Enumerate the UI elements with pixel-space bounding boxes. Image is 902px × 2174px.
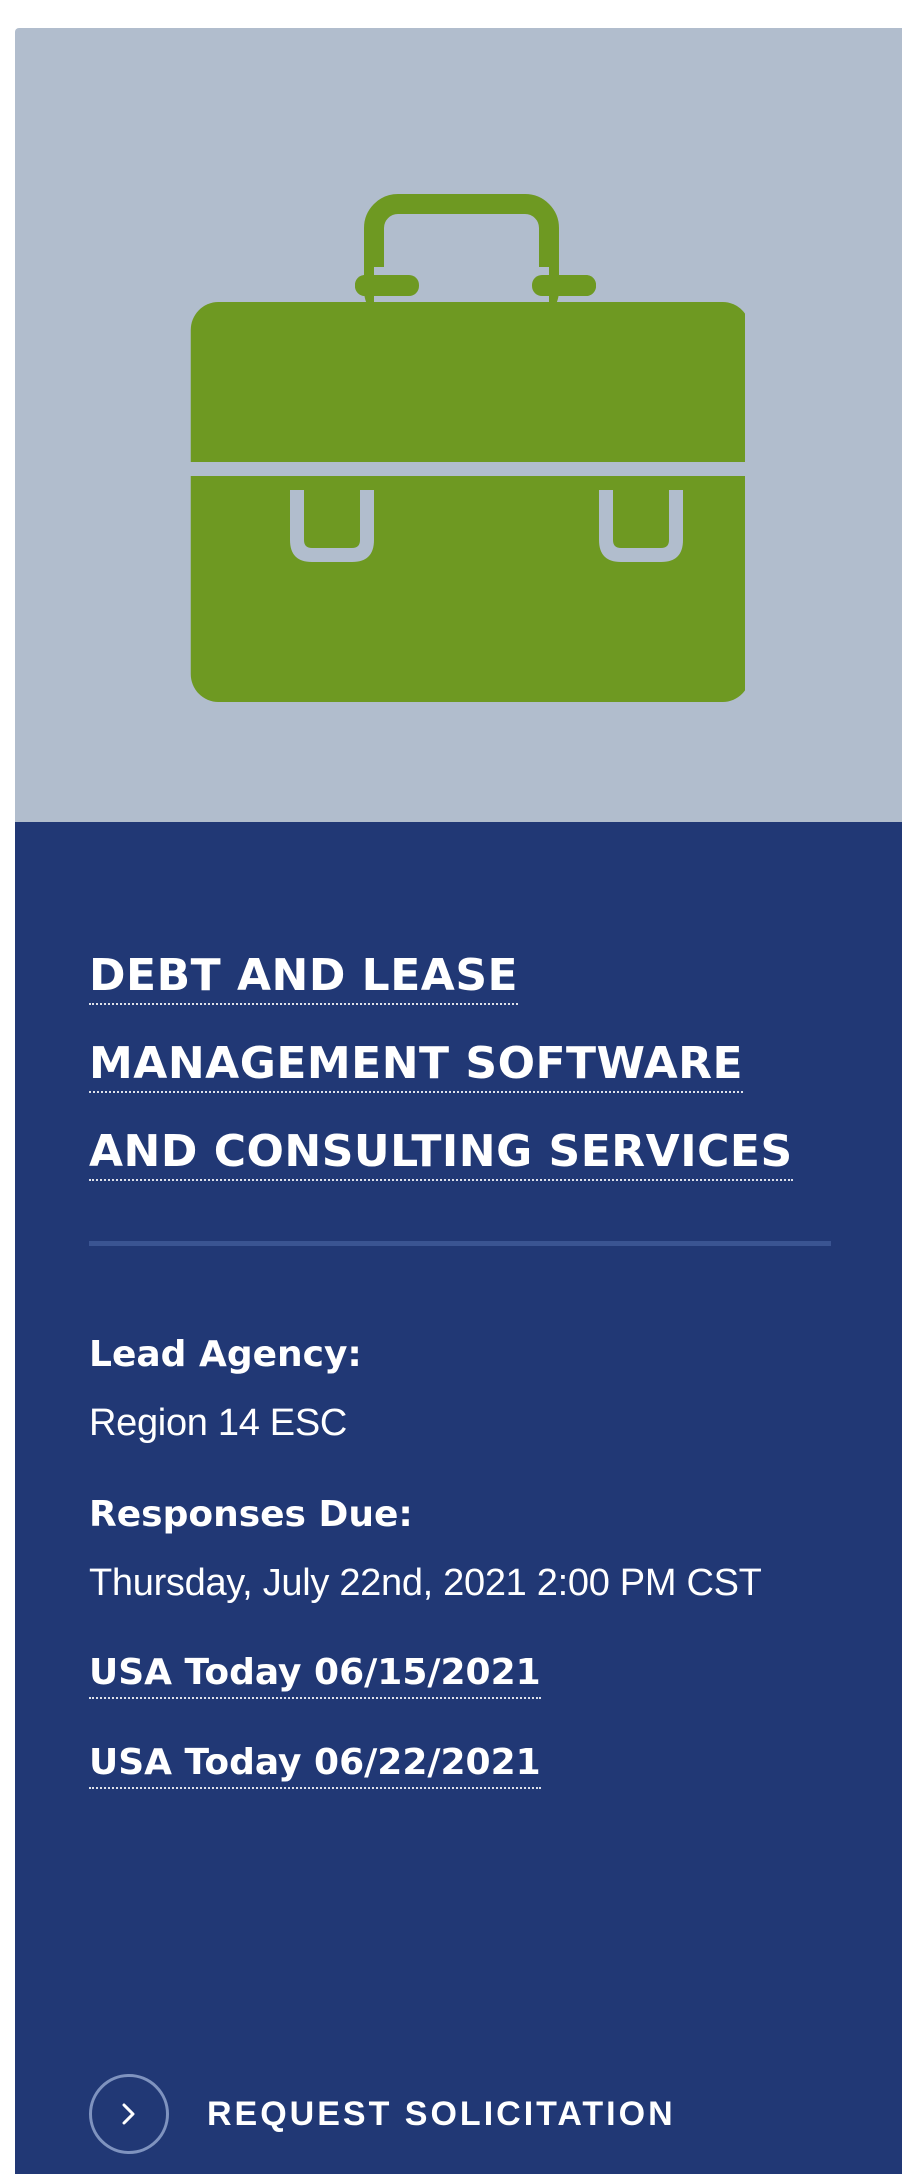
briefcase-icon — [175, 194, 745, 702]
responses-due-label: Responses Due: — [89, 1494, 413, 1535]
request-solicitation-button[interactable]: REQUEST SOLICITATION — [89, 2072, 676, 2156]
title-line[interactable]: DEBT AND LEASE — [89, 950, 519, 1005]
title-line[interactable]: MANAGEMENT SOFTWARE — [89, 1038, 744, 1093]
solicitation-card: DEBT AND LEASE MANAGEMENT SOFTWARE AND C… — [15, 28, 902, 2174]
cta-circle[interactable] — [89, 2074, 169, 2154]
lead-agency-label: Lead Agency: — [89, 1334, 362, 1375]
chevron-right-icon — [122, 2103, 135, 2125]
solicitation-title[interactable]: DEBT AND LEASE MANAGEMENT SOFTWARE AND C… — [89, 932, 849, 1196]
divider — [89, 1241, 831, 1246]
card-hero — [15, 28, 902, 822]
responses-due-value: Thursday, July 22nd, 2021 2:00 PM CST — [89, 1562, 762, 1604]
title-line[interactable]: AND CONSULTING SERVICES — [89, 1126, 793, 1181]
document-link[interactable]: USA Today 06/15/2021 — [89, 1652, 541, 1699]
document-link[interactable]: USA Today 06/22/2021 — [89, 1742, 541, 1789]
lead-agency-value: Region 14 ESC — [89, 1402, 348, 1444]
card-body: DEBT AND LEASE MANAGEMENT SOFTWARE AND C… — [15, 822, 902, 2174]
cta-label[interactable]: REQUEST SOLICITATION — [207, 2095, 676, 2134]
